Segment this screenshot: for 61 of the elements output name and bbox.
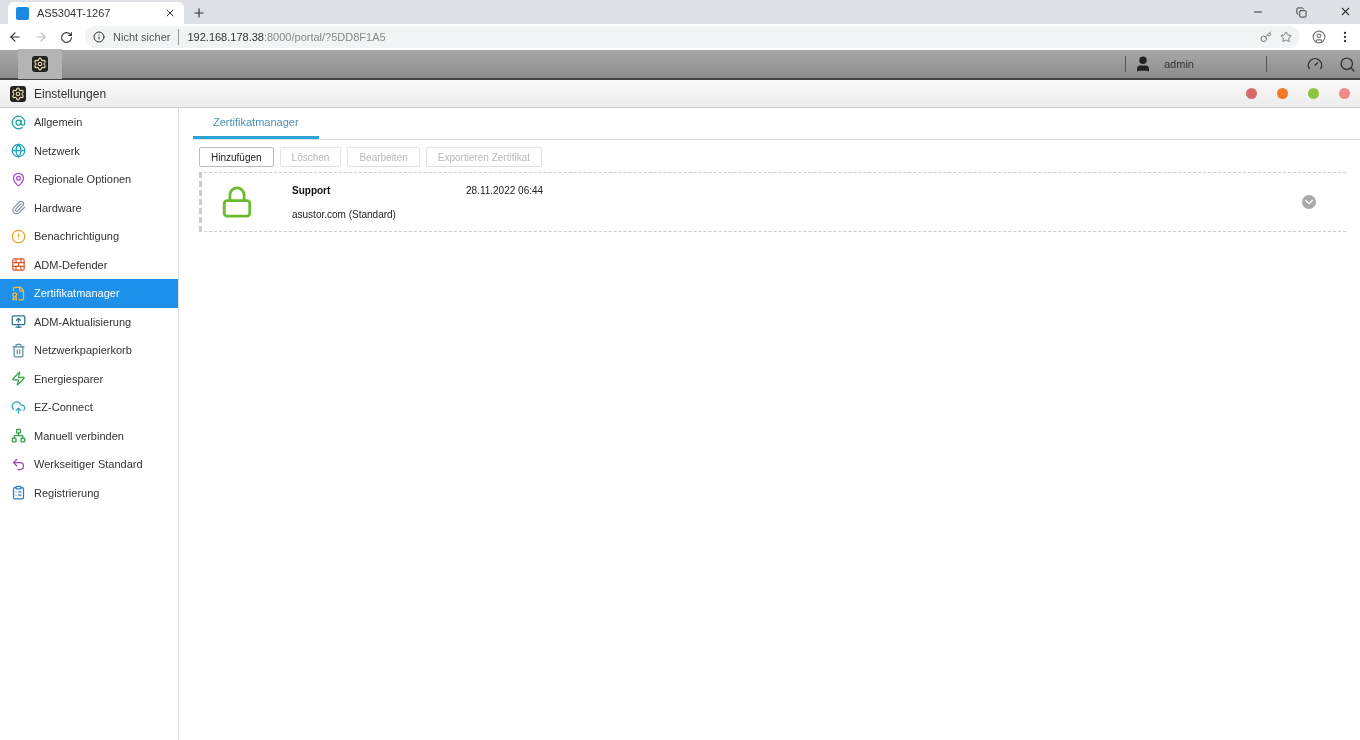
- sidebar-item[interactable]: ADM-Defender: [0, 250, 178, 279]
- url-text: 192.168.178.38:8000/portal/?5DD8F1A5: [187, 29, 386, 45]
- sidebar-item[interactable]: Manuell verbinden: [0, 421, 178, 450]
- sidebar-item[interactable]: Benachrichtigung: [0, 222, 178, 251]
- certificate-row[interactable]: Support asustor.com (Standard) 28.11.2022 06:44: [199, 172, 1346, 232]
- certificate-date: 28.11.2022 06:44: [466, 184, 544, 198]
- sidebar-item-icon: [11, 399, 26, 415]
- sidebar-item[interactable]: Energiesparer: [0, 364, 178, 393]
- settings-icon: [32, 56, 48, 72]
- sidebar-item[interactable]: Hardware: [0, 193, 178, 222]
- url-field[interactable]: Nicht sicher 192.168.178.38:8000/portal/?5DD8F1A5: [85, 26, 1300, 48]
- sidebar-item[interactable]: Netzwerk: [0, 136, 178, 165]
- sidebar-item-icon: [11, 200, 26, 216]
- sidebar-item[interactable]: Werkseitiger Standard: [0, 450, 178, 479]
- certificate-domain: asustor.com (Standard): [292, 207, 397, 222]
- sidebar-item-icon: [11, 314, 26, 330]
- window-control-icon[interactable]: [1277, 88, 1288, 99]
- toolbar-button[interactable]: Hinzufügen: [199, 147, 274, 167]
- browser-tab[interactable]: AS5304T-1267: [8, 2, 184, 24]
- sidebar-item-icon: [11, 371, 26, 387]
- sidebar-item[interactable]: Regionale Optionen: [0, 165, 178, 194]
- sidebar-item-icon: [11, 285, 26, 301]
- sidebar-item-icon: [11, 171, 26, 187]
- key-icon[interactable]: [1260, 31, 1272, 43]
- security-label: Nicht sicher: [113, 28, 180, 46]
- expand-icon[interactable]: [1302, 195, 1316, 209]
- sidebar-item-icon: [11, 485, 26, 501]
- sidebar-item-icon: [11, 342, 26, 358]
- profile-icon[interactable]: [1312, 30, 1326, 44]
- star-icon[interactable]: [1280, 31, 1292, 43]
- close-icon[interactable]: [164, 7, 176, 19]
- sidebar-item[interactable]: Allgemein: [0, 108, 178, 137]
- lock-icon: [220, 185, 254, 219]
- sidebar-item[interactable]: EZ-Connect: [0, 393, 178, 422]
- user-icon[interactable]: [1134, 55, 1152, 73]
- tab[interactable]: Zertifikatmanager: [193, 108, 319, 139]
- close-icon[interactable]: [1339, 5, 1352, 18]
- sidebar-item-icon: [11, 428, 26, 444]
- sidebar-item[interactable]: Registrierung: [0, 478, 178, 507]
- sidebar-item-icon: [11, 257, 26, 273]
- sidebar-item-icon: [11, 228, 26, 244]
- search-icon[interactable]: [1339, 55, 1356, 73]
- window-control-icon[interactable]: [1339, 88, 1350, 99]
- back-icon[interactable]: [8, 30, 22, 44]
- certificate-issuer: Support: [292, 183, 332, 198]
- sidebar-item[interactable]: ADM-Aktualisierung: [0, 307, 178, 336]
- user-name[interactable]: admin: [1164, 55, 1234, 73]
- info-icon: [93, 31, 105, 43]
- sidebar-item-icon: [11, 456, 26, 472]
- sidebar-item-icon: [11, 143, 26, 159]
- reload-icon[interactable]: [60, 30, 73, 44]
- window-title: Einstellungen: [34, 85, 108, 103]
- sidebar-item[interactable]: Netzwerkpapierkorb: [0, 336, 178, 365]
- new-tab-icon[interactable]: [192, 6, 206, 20]
- sidebar-item-icon: [11, 114, 26, 130]
- site-logo-icon: [16, 6, 29, 20]
- restore-icon[interactable]: [1296, 7, 1307, 18]
- settings-icon: [10, 85, 26, 102]
- gauge-icon[interactable]: [1307, 56, 1323, 72]
- window-control-icon[interactable]: [1246, 88, 1257, 99]
- taskbar-app-button[interactable]: [18, 49, 62, 79]
